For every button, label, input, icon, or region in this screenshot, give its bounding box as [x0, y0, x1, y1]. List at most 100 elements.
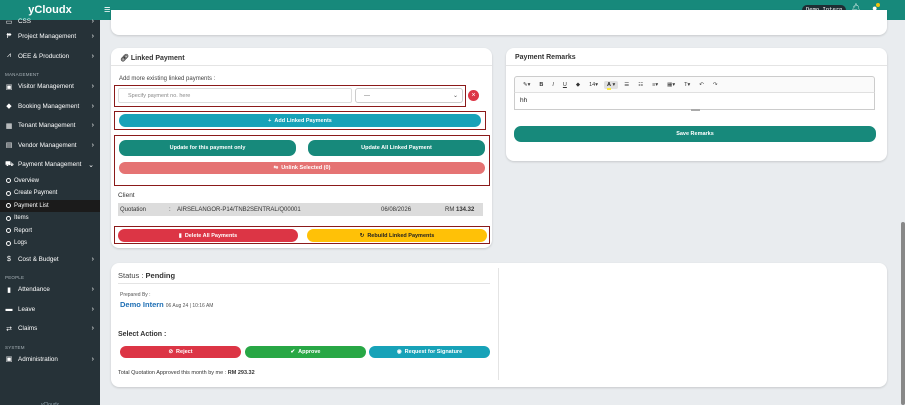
- delete-all-payments-button[interactable]: ▮ Delete All Payments: [118, 229, 298, 242]
- add-linked-payments-button[interactable]: + Add Linked Payments: [119, 114, 481, 127]
- sidebar-item-attendance[interactable]: ▮ Attendance ›: [0, 280, 100, 300]
- prepared-by-label: Prepared By :: [120, 292, 151, 298]
- sidebar-subitem-payment-list[interactable]: Payment List: [0, 199, 100, 212]
- linked-payment-header: 🔗︎ Linked Payment: [111, 48, 492, 66]
- sidebar-item-label: OEE & Production: [18, 52, 70, 60]
- bold-button[interactable]: B: [536, 81, 546, 89]
- cart-icon: ⛟: [5, 161, 14, 169]
- sidebar-subitem-items[interactable]: Items: [0, 212, 100, 225]
- undo-icon[interactable]: ↶: [696, 81, 707, 89]
- chevron-right-icon: ›: [91, 255, 94, 263]
- sidebar-subitem-create-payment[interactable]: Create Payment: [0, 187, 100, 200]
- trash-icon: ▮: [178, 232, 182, 239]
- chevron-right-icon: ›: [91, 83, 94, 91]
- chevron-down-icon: ⌄: [452, 93, 458, 99]
- sidebar-item-label: CSS: [18, 18, 31, 25]
- magic-wand-icon[interactable]: ✎▾: [520, 81, 533, 89]
- clipboard-icon: ▮: [7, 286, 11, 294]
- briefcase-icon: ▬: [5, 305, 13, 313]
- remarks-editor[interactable]: hh: [514, 92, 875, 110]
- linked-payment-row[interactable]: Quotation : AIRSELANGOR-P14/TNB2SENTRAL/…: [118, 203, 483, 216]
- section-system: SYSTEM: [5, 344, 25, 350]
- payment-no-input[interactable]: Specify payment no. here: [118, 88, 352, 103]
- link-icon: 🔗︎: [120, 55, 129, 62]
- preparer-name[interactable]: Demo Intern: [120, 300, 164, 309]
- page-scrollbar[interactable]: [901, 222, 905, 405]
- editor-toolbar: ✎▾ B I U ◆ 14▾ A ▾ ☰ ☷ ≡▾ ▦▾ T▾ ↶ ↷: [514, 76, 875, 92]
- save-remarks-button[interactable]: Save Remarks: [514, 126, 876, 142]
- align-icon[interactable]: ≡▾: [649, 81, 661, 89]
- rebuild-linked-payments-button[interactable]: ↻ Rebuild Linked Payments: [307, 229, 487, 242]
- clear-button[interactable]: ×: [468, 90, 479, 101]
- sidebar-item-label: Vendor Management: [18, 141, 77, 149]
- sidebar-item-tenant-management[interactable]: ▦ Tenant Management ›: [0, 116, 100, 136]
- sidebar-item-claims[interactable]: ⇄ Claims ›: [0, 319, 100, 339]
- sidebar-item-administration[interactable]: ▣ Administration ›: [0, 350, 100, 370]
- dollar-icon: $: [7, 255, 11, 263]
- table-icon[interactable]: ▦▾: [664, 81, 678, 89]
- sidebar-item-label: Claims: [18, 325, 38, 333]
- top-card: [111, 10, 887, 35]
- section-management: MANAGEMENT: [5, 72, 40, 77]
- sidebar: yCloudx ▭ CSS › ₱ Project Management › ⩘…: [0, 0, 100, 405]
- sidebar-item-project-management[interactable]: ₱ Project Management ›: [0, 27, 100, 47]
- vendor-icon: ▤: [5, 142, 13, 150]
- chevron-right-icon: ›: [91, 325, 94, 333]
- approve-button[interactable]: ✔ Approve: [245, 346, 366, 358]
- add-more-label: Add more existing linked payments :: [119, 76, 216, 82]
- reject-button[interactable]: ⊘ Reject: [120, 346, 241, 358]
- sidebar-subitem-report[interactable]: Report: [0, 225, 100, 238]
- prepared-time: 06 Aug 24 | 10:16 AM: [165, 303, 214, 309]
- check-icon: ✔: [290, 349, 296, 355]
- unordered-list-icon[interactable]: ☰: [621, 81, 632, 89]
- chevron-right-icon: ›: [91, 102, 94, 110]
- sidebar-item-booking-management[interactable]: ◆ Booking Management ›: [0, 97, 100, 117]
- sidebar-item-label: Cost & Budget: [18, 255, 59, 263]
- sidebar-subitem-overview[interactable]: Overview: [0, 175, 100, 188]
- circle-icon: [6, 190, 11, 196]
- editor-resize-handle[interactable]: [691, 109, 700, 111]
- sidebar-item-label: Project Management: [18, 33, 77, 41]
- update-all-linked-button[interactable]: Update All Linked Payment: [308, 140, 485, 156]
- notification-badge: [876, 3, 881, 7]
- sidebar-item-payment-management[interactable]: ⛟ Payment Management ⌄: [0, 155, 100, 175]
- status-divider: [498, 268, 499, 380]
- menu-icon[interactable]: ≡: [104, 4, 110, 16]
- font-size-select[interactable]: 14▾: [586, 81, 601, 89]
- update-this-payment-button[interactable]: Update for this payment only: [119, 140, 296, 156]
- sidebar-item-vendor-management[interactable]: ▤ Vendor Management ›: [0, 136, 100, 156]
- refresh-icon: ↻: [359, 232, 365, 239]
- sidebar-item-cost-budget[interactable]: $ Cost & Budget ›: [0, 250, 100, 270]
- circle-icon: [6, 215, 11, 221]
- chevron-right-icon: ›: [91, 141, 94, 149]
- text-style-icon[interactable]: T▾: [681, 81, 693, 89]
- payment-select[interactable]: --- ⌄: [355, 88, 463, 103]
- underline-button[interactable]: U: [560, 81, 570, 89]
- circle-icon: [6, 178, 11, 184]
- sidebar-item-oee-production[interactable]: ⩘ OEE & Production ›: [0, 47, 100, 67]
- tag-icon: ◆: [6, 103, 12, 111]
- circle-icon: [6, 203, 11, 209]
- eye-icon: ◉: [396, 349, 402, 355]
- payment-remarks-card: Payment Remarks ✎▾ B I U ◆ 14▾ A ▾ ☰ ☷ ≡…: [506, 48, 887, 161]
- sidebar-item-label: Administration: [18, 355, 58, 363]
- sidebar-subitem-logs[interactable]: Logs: [0, 237, 100, 250]
- status-value: Pending: [145, 271, 176, 280]
- total-approved-value: RM 293.32: [227, 370, 255, 376]
- sidebar-item-leave[interactable]: ▬ Leave ›: [0, 300, 100, 320]
- card-title: Linked Payment: [130, 55, 185, 62]
- eraser-icon[interactable]: ◆: [573, 81, 583, 89]
- font-color-button[interactable]: A ▾: [604, 80, 619, 90]
- circle-icon: [6, 228, 11, 234]
- monitor-icon: ▭: [5, 18, 13, 26]
- unlink-selected-button[interactable]: ⇋ Unlink Selected (0): [119, 162, 485, 174]
- sidebar-item-label: Tenant Management: [18, 122, 76, 130]
- italic-button[interactable]: I: [549, 81, 557, 89]
- sidebar-item-label: Leave: [18, 305, 36, 313]
- redo-icon[interactable]: ↷: [710, 81, 721, 89]
- sidebar-item-visitor-management[interactable]: ▣ Visitor Management ›: [0, 77, 100, 97]
- admin-icon: ▣: [5, 356, 13, 364]
- request-signature-button[interactable]: ◉ Request for Signature: [369, 346, 490, 358]
- ordered-list-icon[interactable]: ☷: [635, 81, 646, 89]
- sidebar-item-css[interactable]: ▭ CSS ›: [0, 16, 100, 27]
